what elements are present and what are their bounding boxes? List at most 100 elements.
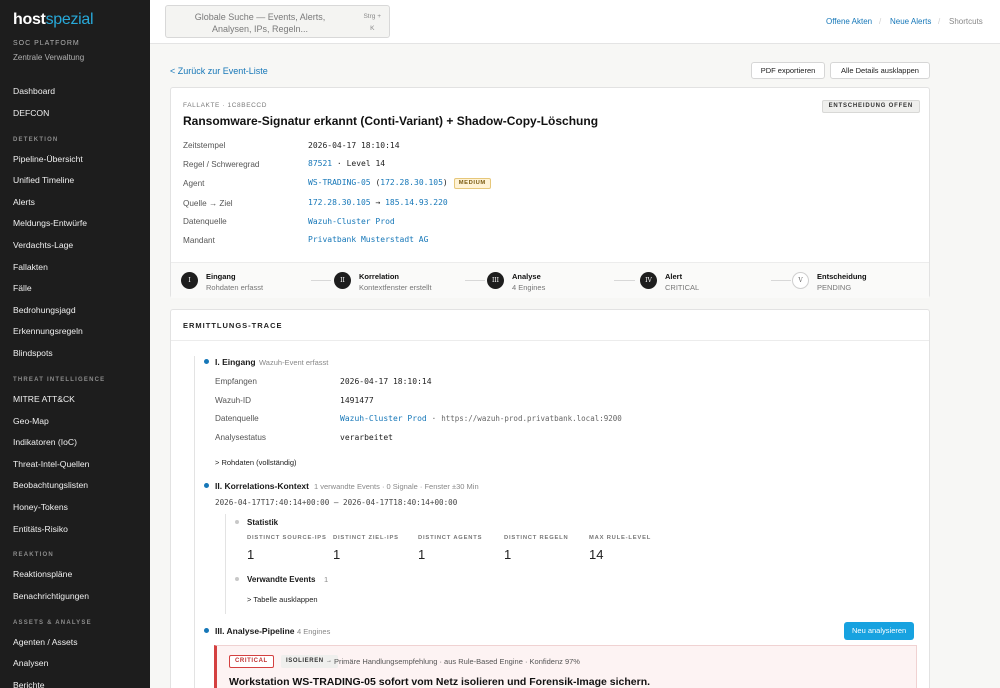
src-dst-arrow: → <box>375 198 381 207</box>
expand-all-button[interactable]: Alle Details ausklappen <box>830 62 930 79</box>
label-src-dst: Quelle → Ziel <box>183 199 233 208</box>
recommendation-headline: Workstation WS-TRADING-05 sofort vom Net… <box>229 676 651 688</box>
step-number: III <box>487 272 504 289</box>
page-title: Ransomware-Signatur erkannt (Conti-Varia… <box>183 114 599 128</box>
sidebar-item-defcon[interactable]: DEFCON <box>0 106 150 120</box>
trace-eingang-title[interactable]: I. Eingang <box>215 357 256 367</box>
step-subtitle: CRITICAL <box>665 283 700 292</box>
value-agent: WS-TRADING-05 (172.28.30.105) MEDIUM <box>308 178 491 189</box>
step-number: II <box>334 272 351 289</box>
sidebar-item-mitre[interactable]: MITRE ATT&CK <box>0 392 150 406</box>
sidebar-item-erkennungsregeln[interactable]: Erkennungsregeln <box>0 324 150 338</box>
step-title: Analyse <box>512 272 541 281</box>
sidebar-item-agenten[interactable]: Agenten / Assets <box>0 635 150 649</box>
sidebar-item-timeline[interactable]: Unified Timeline <box>0 173 150 187</box>
raw-data-toggle[interactable]: > Rohdaten (vollständig) <box>215 458 297 467</box>
topbar: Globale Suche — Events, Alerts, Analysen… <box>150 0 1000 44</box>
back-link[interactable]: < Zurück zur Event-Liste <box>170 66 268 76</box>
link-shortcuts[interactable]: Shortcuts <box>949 17 983 26</box>
sidebar-item-bedrohungsjagd[interactable]: Bedrohungsjagd <box>0 303 150 317</box>
rule-level: Level 14 <box>346 159 386 168</box>
pdf-export-button[interactable]: PDF exportieren <box>751 62 825 79</box>
link-neue-alerts[interactable]: Neue Alerts <box>890 17 931 26</box>
sidebar-section-detektion: DETEKTION <box>13 137 59 143</box>
reanalyze-button[interactable]: Neu analysieren <box>844 622 915 640</box>
stat-value: 14 <box>589 547 604 562</box>
sidebar-section-assets: ASSETS & ANALYSE <box>13 620 92 626</box>
sidebar-item-analysen[interactable]: Analysen <box>0 656 150 670</box>
step-connector <box>614 280 635 281</box>
sidebar-item-berichte[interactable]: Berichte <box>0 678 150 688</box>
search-shortcut-hint: Strg + K <box>363 11 381 35</box>
datasource-separator: · <box>431 414 437 423</box>
sidebar-item-beobachtungslisten[interactable]: Beobachtungslisten <box>0 478 150 492</box>
trace-korrelation-title[interactable]: II. Korrelations-Kontext <box>215 481 309 491</box>
recommendation-meta: Primäre Handlungsempfehlung · aus Rule-B… <box>334 657 580 666</box>
agent-ip-link[interactable]: 172.28.30.105 <box>380 178 443 187</box>
step-title: Eingang <box>206 272 236 281</box>
dst-ip-link[interactable]: 185.14.93.220 <box>385 198 448 207</box>
timeline-dot <box>204 359 209 364</box>
value-received: 2026-04-17 18:10:14 <box>340 377 432 386</box>
sidebar-item-benachrichtigungen[interactable]: Benachrichtigungen <box>0 589 150 603</box>
rule-separator: · <box>336 159 342 168</box>
timeline-rail <box>194 356 195 688</box>
stat-label: MAX RULE-LEVEL <box>589 535 652 541</box>
stat-label: DISTINCT ZIEL-IPS <box>333 535 399 541</box>
sidebar-item-faelle[interactable]: Fälle <box>0 281 150 295</box>
search-input[interactable]: Globale Suche — Events, Alerts, Analysen… <box>175 11 345 35</box>
sidebar-item-ti-quellen[interactable]: Threat-Intel-Quellen <box>0 457 150 471</box>
sidebar-item-honey-tokens[interactable]: Honey-Tokens <box>0 500 150 514</box>
pipeline-stepper: I Eingang Rohdaten erfasst II Korrelatio… <box>171 262 929 298</box>
sidebar-item-fallakten[interactable]: Fallakten <box>0 260 150 274</box>
sidebar-item-blindspots[interactable]: Blindspots <box>0 346 150 360</box>
label-agent: Agent <box>183 179 205 188</box>
global-search[interactable]: Globale Suche — Events, Alerts, Analysen… <box>165 5 390 38</box>
rule-id-link[interactable]: 87521 <box>308 159 332 168</box>
expand-table-toggle[interactable]: > Tabelle ausklappen <box>247 595 318 604</box>
sidebar-item-reaktionsplaene[interactable]: Reaktionspläne <box>0 567 150 581</box>
label-datasource: Datenquelle <box>183 217 227 226</box>
topbar-separator: / <box>938 17 941 26</box>
label-rule: Regel / Schweregrad <box>183 160 260 169</box>
value-analysis-status: verarbeitet <box>340 433 393 442</box>
src-ip-link[interactable]: 172.28.30.105 <box>308 198 371 207</box>
datasource-link[interactable]: Wazuh-Cluster Prod <box>340 414 427 423</box>
datasource-url: https://wazuh-prod.privatbank.local:9200 <box>441 414 622 423</box>
timeline-dot <box>204 628 209 633</box>
sidebar-item-pipeline[interactable]: Pipeline-Übersicht <box>0 152 150 166</box>
agent-ip-close: ) <box>442 178 448 187</box>
sidebar-item-entitaets-risiko[interactable]: Entitäts-Risiko <box>0 522 150 536</box>
label-datasource: Datenquelle <box>215 414 259 423</box>
timeline-dot <box>204 483 209 488</box>
sidebar-item-verdachts-lage[interactable]: Verdachts-Lage <box>0 238 150 252</box>
trace-analyse-title[interactable]: III. Analyse-Pipeline <box>215 626 295 636</box>
sidebar-item-meldungs-entwuerfe[interactable]: Meldungs-Entwürfe <box>0 216 150 230</box>
status-badge: ENTSCHEIDUNG OFFEN <box>821 100 920 113</box>
datasource-link[interactable]: Wazuh-Cluster Prod <box>308 217 395 226</box>
step-subtitle: Kontextfenster erstellt <box>359 283 432 292</box>
shortcut-key-a: Strg + <box>363 13 381 20</box>
label-analysis-status: Analysestatus <box>215 433 266 442</box>
step-number: IV <box>640 272 657 289</box>
sidebar-item-alerts[interactable]: Alerts <box>0 195 150 209</box>
tenant-link[interactable]: Privatbank Musterstadt AG <box>308 235 428 244</box>
isolate-action-badge[interactable]: ISOLIEREN → <box>281 655 338 668</box>
sidebar-item-geo-map[interactable]: Geo-Map <box>0 414 150 428</box>
shortcut-key-b: K <box>370 25 375 32</box>
recommendation-box: CRITICAL ISOLIEREN → Primäre Handlungsem… <box>214 645 917 688</box>
link-offene-akten[interactable]: Offene Akten <box>826 17 872 26</box>
divider <box>171 340 929 341</box>
value-src-dst: 172.28.30.105 → 185.14.93.220 <box>308 198 448 207</box>
step-connector <box>771 280 791 281</box>
step-title: Entscheidung <box>817 272 867 281</box>
trace-heading: ERMITTLUNGS-TRACE <box>183 321 283 330</box>
step-number: I <box>181 272 198 289</box>
agent-link[interactable]: WS-TRADING-05 <box>308 178 371 187</box>
logo[interactable]: hostspezial <box>13 11 94 29</box>
value-datasource: Wazuh-Cluster Prod · https://wazuh-prod.… <box>340 414 622 423</box>
sidebar-item-dashboard[interactable]: Dashboard <box>0 84 150 98</box>
critical-badge: CRITICAL <box>229 655 274 668</box>
case-card: FALLAKTE · 1C8BECCD ENTSCHEIDUNG OFFEN R… <box>170 87 930 298</box>
sidebar-item-indikatoren[interactable]: Indikatoren (IoC) <box>0 435 150 449</box>
